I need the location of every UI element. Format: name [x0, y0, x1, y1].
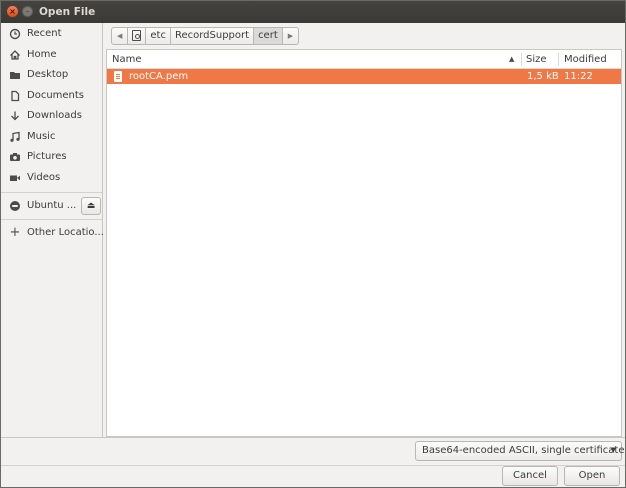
document-icon: [9, 90, 21, 102]
drive-icon: [132, 30, 142, 41]
close-window-button[interactable]: ×: [7, 6, 18, 17]
video-icon: [9, 172, 21, 184]
disk-icon: [9, 200, 21, 212]
path-segment-recordsupport[interactable]: RecordSupport: [170, 27, 255, 45]
desktop-folder-icon: [9, 69, 21, 81]
sidebar-item-label: Other Locatio...: [27, 227, 104, 238]
download-icon: [9, 110, 21, 122]
sidebar-separator: [1, 219, 102, 220]
sidebar-item-desktop[interactable]: Desktop: [1, 65, 102, 85]
sidebar-item-label: Ubuntu ...: [27, 200, 77, 211]
eject-icon: ⏏: [86, 201, 96, 211]
sidebar-item-pictures[interactable]: Pictures: [1, 147, 102, 167]
file-size: 1,5 kB: [527, 71, 559, 82]
sidebar-item-label: Pictures: [27, 151, 67, 162]
minimize-window-button[interactable]: –: [22, 6, 33, 17]
sidebar-item-label: Documents: [27, 90, 85, 101]
sort-ascending-icon: ▲: [509, 55, 515, 63]
sidebar-item-documents[interactable]: Documents: [1, 86, 102, 106]
text-file-icon: [114, 71, 122, 82]
dialog-footer: Base64-encoded ASCII, single certificate…: [1, 437, 625, 487]
path-segment-cert[interactable]: cert: [254, 27, 283, 45]
sidebar-item-label: Videos: [27, 172, 61, 183]
path-scroll-left-button[interactable]: ◀: [111, 27, 129, 45]
sidebar-item-label: Recent: [27, 28, 62, 39]
column-header-name[interactable]: Name: [112, 50, 522, 69]
sidebar-item-label: Music: [27, 131, 56, 142]
table-row[interactable]: rootCA.pem 1,5 kB 11:22: [107, 69, 621, 84]
open-button[interactable]: Open: [564, 466, 620, 486]
filter-selected-value: Base64-encoded ASCII, single certificate: [422, 445, 625, 456]
eject-button[interactable]: ⏏: [81, 197, 101, 215]
plus-icon: +: [9, 225, 21, 240]
open-file-dialog: × – Open File Recent Home Desktop Docume…: [0, 0, 626, 488]
column-divider[interactable]: [521, 53, 522, 66]
column-header-size[interactable]: Size: [526, 50, 562, 69]
places-sidebar: Recent Home Desktop Documents Downloads: [1, 23, 104, 437]
camera-icon: [9, 151, 21, 163]
title-bar[interactable]: × – Open File: [1, 1, 625, 23]
cancel-button[interactable]: Cancel: [502, 466, 558, 486]
music-icon: [9, 131, 21, 143]
chevron-down-icon: ▼: [610, 446, 616, 454]
path-scroll-right-button[interactable]: ▶: [282, 27, 300, 45]
window-title: Open File: [39, 6, 96, 18]
file-name: rootCA.pem: [129, 71, 189, 82]
sidebar-item-home[interactable]: Home: [1, 45, 102, 65]
clock-icon: [9, 28, 21, 40]
file-type-filter-dropdown[interactable]: Base64-encoded ASCII, single certificate…: [415, 441, 625, 461]
sidebar-item-label: Downloads: [27, 110, 82, 121]
sidebar-item-videos[interactable]: Videos: [1, 168, 102, 188]
path-root-button[interactable]: [128, 27, 147, 45]
file-modified: 11:22: [564, 71, 593, 82]
sidebar-item-recent[interactable]: Recent: [1, 24, 102, 44]
sidebar-item-music[interactable]: Music: [1, 127, 102, 147]
column-header-modified[interactable]: Modified: [564, 50, 621, 69]
sidebar-item-downloads[interactable]: Downloads: [1, 106, 102, 126]
path-bar: ◀ etc RecordSupport cert ▶: [111, 27, 300, 45]
sidebar-item-label: Desktop: [27, 69, 69, 80]
path-segment-etc[interactable]: etc: [146, 27, 171, 45]
sidebar-item-other-locations[interactable]: + Other Locatio...: [1, 223, 104, 243]
minimize-icon: –: [25, 7, 30, 16]
file-list[interactable]: Name ▲ Size Modified rootCA.pem 1,5 kB 1…: [106, 49, 622, 437]
close-icon: ×: [9, 7, 16, 16]
sidebar-item-ubuntu-volume[interactable]: Ubuntu ...: [1, 196, 79, 216]
sidebar-item-label: Home: [27, 49, 57, 60]
home-icon: [9, 49, 21, 61]
chevron-right-icon: ▶: [287, 32, 294, 40]
chevron-left-icon: ◀: [117, 32, 123, 40]
column-divider[interactable]: [558, 53, 559, 66]
column-header-row: Name ▲ Size Modified: [107, 50, 621, 69]
sidebar-separator: [1, 192, 102, 193]
